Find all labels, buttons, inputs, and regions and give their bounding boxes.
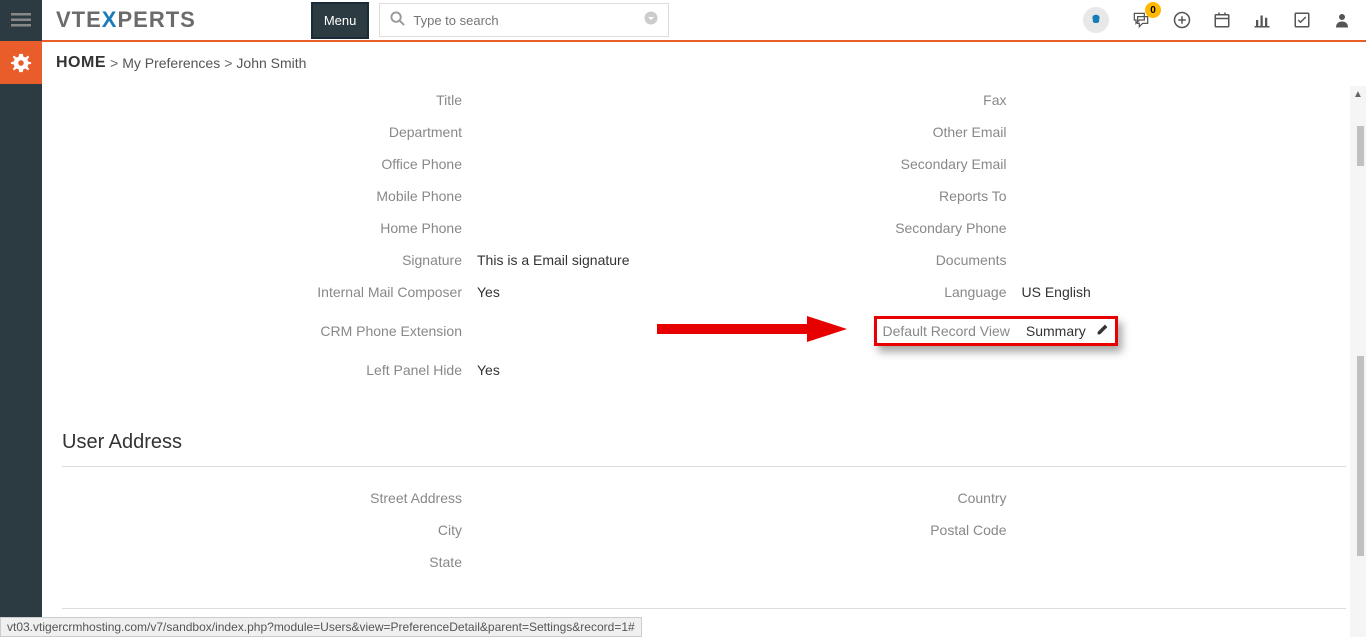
- tasks-icon[interactable]: [1293, 11, 1311, 29]
- avatar-icon[interactable]: [1083, 7, 1109, 33]
- breadcrumb-separator: >: [224, 55, 232, 71]
- field-label-city: City: [257, 522, 477, 538]
- field-label-secondary-phone: Secondary Phone: [802, 220, 1022, 236]
- field-label-title: Title: [257, 92, 477, 108]
- field-label-default-record-view: Default Record View: [883, 323, 1010, 339]
- field-value-internal-mail-composer[interactable]: Yes: [477, 284, 802, 300]
- field-value-language[interactable]: US English: [1022, 284, 1347, 300]
- breadcrumb: HOME > My Preferences > John Smith: [42, 42, 1366, 84]
- search-input[interactable]: [413, 13, 644, 28]
- field-label-crm-phone-extension: CRM Phone Extension: [257, 323, 477, 339]
- field-value-signature[interactable]: This is a Email signature: [477, 252, 802, 268]
- vertical-scrollbar[interactable]: ▲: [1350, 86, 1366, 637]
- field-label-state: State: [257, 554, 477, 570]
- field-value-left-panel-hide[interactable]: Yes: [477, 362, 802, 378]
- app-logo: VTEXPERTS: [56, 7, 196, 33]
- default-record-view-highlight: Default Record View Summary: [874, 316, 1118, 346]
- field-label-country: Country: [802, 490, 1022, 506]
- settings-gear-button[interactable]: [0, 42, 42, 84]
- field-label-street-address: Street Address: [257, 490, 477, 506]
- field-label-left-panel-hide: Left Panel Hide: [257, 362, 477, 378]
- breadcrumb-separator: >: [110, 55, 118, 71]
- field-label-language: Language: [802, 284, 1022, 300]
- logo-text-post: PERTS: [117, 7, 195, 32]
- field-label-fax: Fax: [802, 92, 1022, 108]
- global-search-box[interactable]: [379, 3, 669, 37]
- field-label-other-email: Other Email: [802, 124, 1022, 140]
- field-label-office-phone: Office Phone: [257, 156, 477, 172]
- field-value-default-record-view[interactable]: Summary: [1026, 323, 1086, 339]
- menu-button[interactable]: Menu: [311, 2, 370, 39]
- user-menu-icon[interactable]: [1333, 11, 1351, 29]
- field-label-internal-mail-composer: Internal Mail Composer: [257, 284, 477, 300]
- comments-badge: 0: [1145, 2, 1161, 18]
- reports-icon[interactable]: [1253, 11, 1271, 29]
- scroll-thumb[interactable]: [1357, 356, 1364, 556]
- hamburger-menu-button[interactable]: [0, 0, 42, 41]
- calendar-icon[interactable]: [1213, 11, 1231, 29]
- add-icon[interactable]: [1173, 11, 1191, 29]
- field-label-secondary-email: Secondary Email: [802, 156, 1022, 172]
- field-label-documents: Documents: [802, 252, 1022, 268]
- breadcrumb-user-name[interactable]: John Smith: [236, 55, 306, 71]
- breadcrumb-my-preferences[interactable]: My Preferences: [122, 55, 220, 71]
- browser-status-bar: vt03.vtigercrmhosting.com/v7/sandbox/ind…: [0, 617, 642, 637]
- field-label-reports-to: Reports To: [802, 188, 1022, 204]
- search-dropdown-icon[interactable]: [644, 11, 658, 30]
- edit-pencil-icon[interactable]: [1096, 323, 1109, 339]
- scroll-up-arrow-icon[interactable]: ▲: [1350, 86, 1366, 102]
- logo-text-pre: VTE: [56, 7, 102, 32]
- field-label-signature: Signature: [257, 252, 477, 268]
- left-sidebar: [0, 42, 42, 637]
- comments-icon[interactable]: 0: [1131, 10, 1151, 30]
- scroll-thumb[interactable]: [1357, 126, 1364, 166]
- field-label-postal-code: Postal Code: [802, 522, 1022, 538]
- section-user-address: User Address: [62, 431, 1346, 467]
- logo-text-x: X: [102, 7, 118, 32]
- breadcrumb-home[interactable]: HOME: [56, 54, 106, 72]
- field-label-mobile-phone: Mobile Phone: [257, 188, 477, 204]
- field-label-department: Department: [257, 124, 477, 140]
- field-label-home-phone: Home Phone: [257, 220, 477, 236]
- section-title-user-address: User Address: [62, 431, 1346, 454]
- search-icon: [390, 11, 405, 30]
